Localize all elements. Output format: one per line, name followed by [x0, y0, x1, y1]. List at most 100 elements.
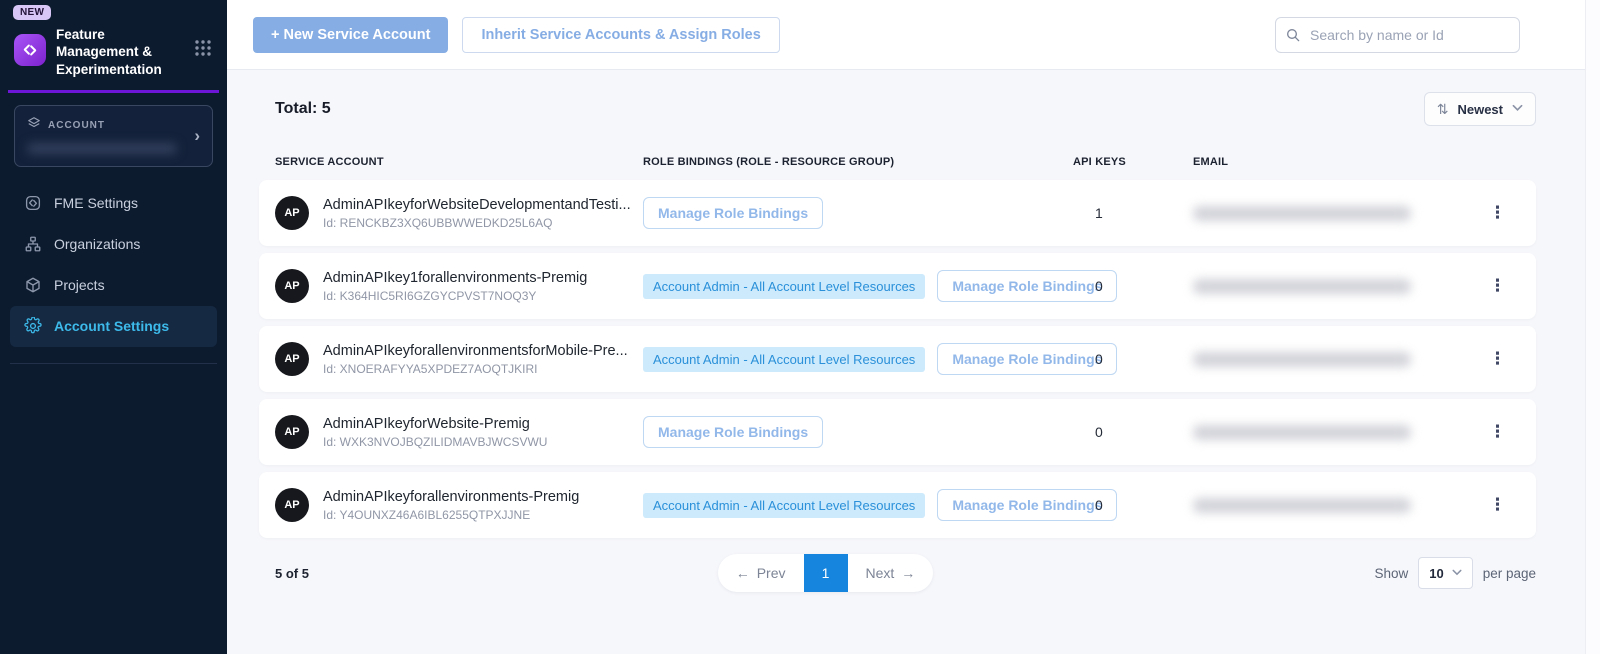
- kebab-menu-icon[interactable]: ⋮: [1489, 205, 1506, 222]
- arrow-right-icon: →: [901, 565, 915, 581]
- api-keys-count: 0: [1073, 278, 1193, 294]
- prev-page-button[interactable]: ← Prev: [718, 555, 804, 591]
- avatar: AP: [275, 342, 309, 376]
- table-row: AP AdminAPIkeyforallenvironmentsforMobil…: [259, 326, 1536, 392]
- page-number-button[interactable]: 1: [804, 554, 848, 592]
- sidebar-item-projects[interactable]: Projects: [10, 265, 217, 306]
- result-count: 5 of 5: [259, 566, 790, 581]
- per-page-label: per page: [1483, 566, 1536, 581]
- search-icon: [1285, 27, 1301, 43]
- role-bindings-cell: Manage Role Bindings: [643, 197, 1073, 229]
- sidebar-item-label: Organizations: [54, 236, 140, 252]
- main-area: + New Service Account Inherit Service Ac…: [227, 0, 1600, 654]
- table-row: AP AdminAPIkeyforWebsite-Premig Id: WXK3…: [259, 399, 1536, 465]
- topbar: + New Service Account Inherit Service Ac…: [227, 0, 1600, 70]
- kebab-menu-icon[interactable]: ⋮: [1489, 351, 1506, 368]
- sort-dropdown[interactable]: ⇅ Newest: [1424, 92, 1536, 126]
- chevron-right-icon: ›: [194, 126, 200, 146]
- show-label: Show: [1374, 566, 1408, 581]
- table-header: SERVICE ACCOUNT ROLE BINDINGS (ROLE - RE…: [259, 156, 1536, 168]
- api-keys-count: 0: [1073, 351, 1193, 367]
- search-box: [1275, 17, 1520, 53]
- column-header-service-account: SERVICE ACCOUNT: [259, 156, 643, 168]
- pager: ← Prev 1 Next →: [718, 554, 934, 592]
- account-name-redacted: [27, 143, 177, 154]
- email-cell: [1193, 425, 1443, 440]
- service-account-name: AdminAPIkeyforallenvironments-Premig: [323, 489, 579, 505]
- api-keys-count: 0: [1073, 424, 1193, 440]
- layers-icon: [27, 116, 41, 135]
- email-redacted: [1193, 206, 1411, 221]
- role-binding-badge: Account Admin - All Account Level Resour…: [643, 493, 925, 518]
- sort-value: Newest: [1457, 102, 1503, 117]
- avatar: AP: [275, 488, 309, 522]
- chevron-down-icon: [1512, 103, 1523, 115]
- service-account-id: Id: XNOERAFYYA5XPDEZ7AOQTJKIRI: [323, 362, 628, 376]
- role-bindings-cell: Account Admin - All Account Level Resour…: [643, 343, 1073, 375]
- service-account-id: Id: WXK3NVOJBQZILIDMAVBJWCSVWU: [323, 435, 547, 449]
- sidebar-nav: FME Settings Organizations Projects: [10, 183, 217, 364]
- pagination-bar: 5 of 5 ← Prev 1 Next → Show 10: [259, 554, 1536, 592]
- manage-role-bindings-button[interactable]: Manage Role Bindings: [643, 416, 823, 448]
- arrow-left-icon: ←: [736, 565, 750, 581]
- kebab-menu-icon[interactable]: ⋮: [1489, 497, 1506, 514]
- avatar: AP: [275, 269, 309, 303]
- service-account-cell: AP AdminAPIkeyforWebsite-Premig Id: WXK3…: [259, 415, 643, 449]
- sidebar-item-account-settings[interactable]: Account Settings: [10, 306, 217, 347]
- avatar: AP: [275, 196, 309, 230]
- kebab-menu-icon[interactable]: ⋮: [1489, 278, 1506, 295]
- row-menu-cell: ⋮: [1443, 278, 1536, 295]
- org-chart-icon: [24, 235, 42, 253]
- row-menu-cell: ⋮: [1443, 497, 1536, 514]
- cube-icon: [24, 276, 42, 294]
- sidebar-item-fme-settings[interactable]: FME Settings: [10, 183, 217, 224]
- sidebar-item-label: FME Settings: [54, 195, 138, 211]
- email-cell: [1193, 498, 1443, 513]
- api-keys-count: 1: [1073, 205, 1193, 221]
- sidebar: NEW Feature Management & Experimentation: [0, 0, 227, 654]
- avatar: AP: [275, 415, 309, 449]
- search-input[interactable]: [1275, 17, 1520, 53]
- manage-role-bindings-button[interactable]: Manage Role Bindings: [643, 197, 823, 229]
- table-row: AP AdminAPIkeyforWebsiteDevelopmentandTe…: [259, 180, 1536, 246]
- email-redacted: [1193, 352, 1411, 367]
- account-selector[interactable]: ACCOUNT ›: [14, 105, 213, 167]
- split-icon: [24, 194, 42, 212]
- next-page-button[interactable]: Next →: [848, 555, 934, 591]
- page-size-select[interactable]: 10: [1418, 557, 1472, 589]
- sidebar-item-label: Account Settings: [54, 318, 169, 334]
- role-bindings-cell: Account Admin - All Account Level Resour…: [643, 489, 1073, 521]
- kebab-menu-icon[interactable]: ⋮: [1489, 424, 1506, 441]
- total-count: Total: 5: [259, 100, 331, 118]
- role-binding-badge: Account Admin - All Account Level Resour…: [643, 274, 925, 299]
- service-account-id: Id: K364HIC5RI6GZGYCPVST7NOQ3Y: [323, 289, 587, 303]
- column-header-api-keys: API KEYS: [1073, 156, 1193, 168]
- service-account-name: AdminAPIkeyforWebsiteDevelopmentandTesti…: [323, 197, 631, 213]
- scrollbar-track[interactable]: [1585, 0, 1600, 654]
- service-account-name: AdminAPIkeyforallenvironmentsforMobile-P…: [323, 343, 628, 359]
- account-label: ACCOUNT: [48, 120, 105, 131]
- table-row: AP AdminAPIkey1forallenvironments-Premig…: [259, 253, 1536, 319]
- inherit-service-accounts-button[interactable]: Inherit Service Accounts & Assign Roles: [462, 17, 779, 53]
- app-grid-icon[interactable]: [193, 38, 213, 63]
- service-account-cell: AP AdminAPIkey1forallenvironments-Premig…: [259, 269, 643, 303]
- sidebar-item-organizations[interactable]: Organizations: [10, 224, 217, 265]
- email-redacted: [1193, 425, 1411, 440]
- page-size-controls: Show 10 per page: [1374, 557, 1536, 589]
- email-redacted: [1193, 498, 1411, 513]
- api-keys-count: 0: [1073, 497, 1193, 513]
- service-account-cell: AP AdminAPIkeyforallenvironments-Premig …: [259, 488, 643, 522]
- new-service-account-button[interactable]: + New Service Account: [253, 17, 448, 53]
- service-account-id: Id: Y4OUNXZ46A6IBL6255QTPXJJNE: [323, 508, 579, 522]
- service-account-name: AdminAPIkeyforWebsite-Premig: [323, 416, 547, 432]
- sidebar-header: NEW Feature Management & Experimentation: [0, 0, 227, 78]
- list-toolbar: Total: 5 ⇅ Newest: [259, 92, 1536, 126]
- app: NEW Feature Management & Experimentation: [0, 0, 1600, 654]
- role-bindings-cell: Account Admin - All Account Level Resour…: [643, 270, 1073, 302]
- new-badge: NEW: [13, 5, 51, 20]
- email-redacted: [1193, 279, 1411, 294]
- row-menu-cell: ⋮: [1443, 424, 1536, 441]
- table-row: AP AdminAPIkeyforallenvironments-Premig …: [259, 472, 1536, 538]
- email-cell: [1193, 279, 1443, 294]
- column-header-email: EMAIL: [1193, 156, 1443, 168]
